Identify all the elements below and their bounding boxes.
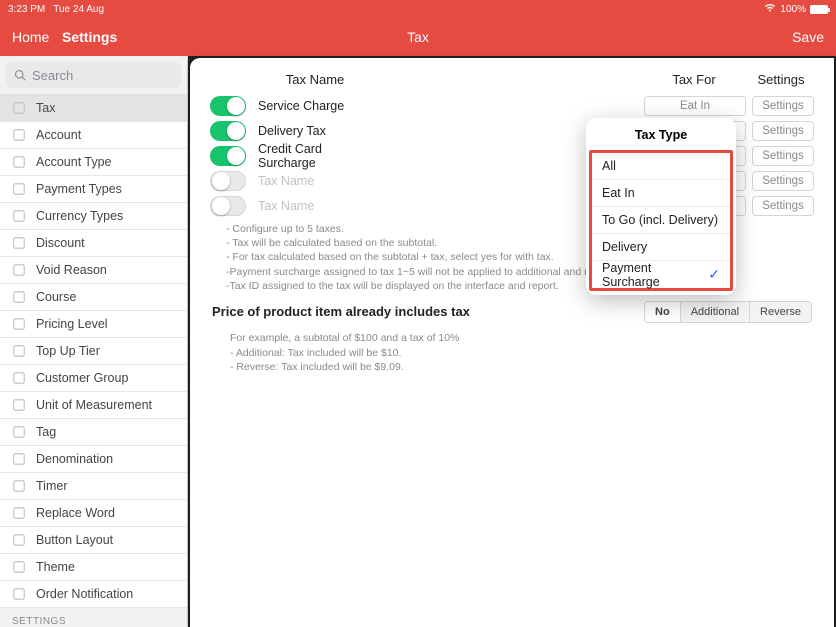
sidebar-item-discount[interactable]: Discount [0, 230, 187, 257]
sidebar-item-order-notification[interactable]: Order Notification [0, 581, 187, 608]
menu-item-icon [12, 317, 26, 331]
menu-item-icon [12, 452, 26, 466]
tax-settings-button[interactable]: Settings [752, 196, 814, 216]
tax-row: Service Charge Eat In Settings [210, 93, 814, 118]
sidebar-item-pricing-level[interactable]: Pricing Level [0, 311, 187, 338]
save-button[interactable]: Save [792, 29, 824, 45]
tax-enable-toggle[interactable] [210, 171, 246, 191]
sidebar-item-timer[interactable]: Timer [0, 473, 187, 500]
menu-item-icon [12, 263, 26, 277]
includes-tax-label: Price of product item already includes t… [212, 304, 470, 319]
tax-type-popover: Tax Type AllEat InTo Go (incl. Delivery)… [586, 118, 736, 295]
tax-enable-toggle[interactable] [210, 121, 246, 141]
menu-item-icon [12, 587, 26, 601]
menu-item-icon [12, 209, 26, 223]
popover-highlight: AllEat InTo Go (incl. Delivery)DeliveryP… [589, 150, 733, 291]
menu-item-icon [12, 344, 26, 358]
tax-settings-button[interactable]: Settings [752, 171, 814, 191]
search-placeholder: Search [32, 68, 73, 83]
sidebar-item-payment-types[interactable]: Payment Types [0, 176, 187, 203]
menu-item-icon [12, 101, 26, 115]
menu-item-icon [12, 398, 26, 412]
sidebar-item-unit-of-measurement[interactable]: Unit of Measurement [0, 392, 187, 419]
segment-additional[interactable]: Additional [681, 302, 750, 322]
menu-item-icon [12, 560, 26, 574]
menu-item-icon [12, 128, 26, 142]
tax-name-input[interactable]: Tax Name [254, 196, 384, 216]
status-date: Tue 24 Aug [53, 4, 104, 15]
search-icon [14, 69, 26, 81]
menu-item-icon [12, 506, 26, 520]
tax-settings-button[interactable]: Settings [752, 96, 814, 116]
tax-name-input[interactable]: Delivery Tax [254, 121, 384, 141]
tax-enable-toggle[interactable] [210, 146, 246, 166]
help-notes: - Configure up to 5 taxes.- Tax will be … [190, 218, 834, 293]
sidebar-item-void-reason[interactable]: Void Reason [0, 257, 187, 284]
tax-enable-toggle[interactable] [210, 196, 246, 216]
sidebar-menu: TaxAccountAccount TypePayment TypesCurre… [0, 95, 187, 627]
menu-item-icon [12, 290, 26, 304]
tax-name-input[interactable]: Tax Name [254, 171, 384, 191]
tax-enable-toggle[interactable] [210, 96, 246, 116]
col-settings: Settings [748, 72, 814, 87]
tax-type-option[interactable]: Payment Surcharge✓ [592, 261, 730, 288]
status-bar: 3:23 PM Tue 24 Aug 100% [0, 0, 836, 18]
tax-name-input[interactable]: Service Charge [254, 96, 384, 116]
col-tax-for: Tax For [640, 72, 748, 87]
menu-item-icon [12, 236, 26, 250]
sidebar-item-denomination[interactable]: Denomination [0, 446, 187, 473]
segment-reverse[interactable]: Reverse [750, 302, 811, 322]
popover-title: Tax Type [586, 118, 736, 150]
sidebar-item-tag[interactable]: Tag [0, 419, 187, 446]
includes-tax-segment[interactable]: NoAdditionalReverse [644, 301, 812, 323]
menu-item-icon [12, 479, 26, 493]
status-time: 3:23 PM [8, 4, 45, 15]
settings-heading: Settings [62, 29, 117, 45]
battery-icon [810, 5, 828, 14]
sidebar-item-button-layout[interactable]: Button Layout [0, 527, 187, 554]
sidebar-item-account[interactable]: Account [0, 122, 187, 149]
sidebar-item-replace-word[interactable]: Replace Word [0, 500, 187, 527]
page-title: Tax [0, 29, 836, 45]
menu-item-icon [12, 425, 26, 439]
menu-item-icon [12, 371, 26, 385]
tax-type-option[interactable]: Delivery [592, 234, 730, 261]
sidebar-item-course[interactable]: Course [0, 284, 187, 311]
tax-type-option[interactable]: Eat In [592, 180, 730, 207]
sidebar-item-account-type[interactable]: Account Type [0, 149, 187, 176]
sidebar-item-customer-group[interactable]: Customer Group [0, 365, 187, 392]
tax-settings-button[interactable]: Settings [752, 146, 814, 166]
menu-item-icon [12, 155, 26, 169]
sidebar-item-tax[interactable]: Tax [0, 95, 187, 122]
tax-settings-button[interactable]: Settings [752, 121, 814, 141]
tax-name-input[interactable]: Credit Card Surcharge [254, 139, 384, 173]
settings-section-label: SETTINGS [0, 608, 187, 627]
home-button[interactable]: Home [12, 29, 49, 45]
wifi-icon [764, 3, 776, 15]
tax-type-option[interactable]: To Go (incl. Delivery) [592, 207, 730, 234]
checkmark-icon: ✓ [708, 266, 720, 283]
sidebar-item-theme[interactable]: Theme [0, 554, 187, 581]
nav-bar: Home Settings Tax Save [0, 18, 836, 56]
sidebar-item-top-up-tier[interactable]: Top Up Tier [0, 338, 187, 365]
menu-item-icon [12, 533, 26, 547]
segment-no[interactable]: No [645, 302, 681, 322]
tax-for-button[interactable]: Eat In [644, 96, 746, 116]
battery-percent: 100% [780, 4, 806, 15]
example-text: For example, a subtotal of $100 and a ta… [190, 327, 834, 375]
column-headers: Tax Name Tax For Settings [210, 72, 814, 87]
search-input[interactable]: Search [6, 62, 181, 88]
tax-type-option[interactable]: All [592, 153, 730, 180]
col-tax-name: Tax Name [250, 72, 380, 87]
sidebar: Search TaxAccountAccount TypePayment Typ… [0, 56, 188, 627]
content-area: Tax Name Tax For Settings Service Charge… [188, 56, 836, 627]
menu-item-icon [12, 182, 26, 196]
sidebar-item-currency-types[interactable]: Currency Types [0, 203, 187, 230]
